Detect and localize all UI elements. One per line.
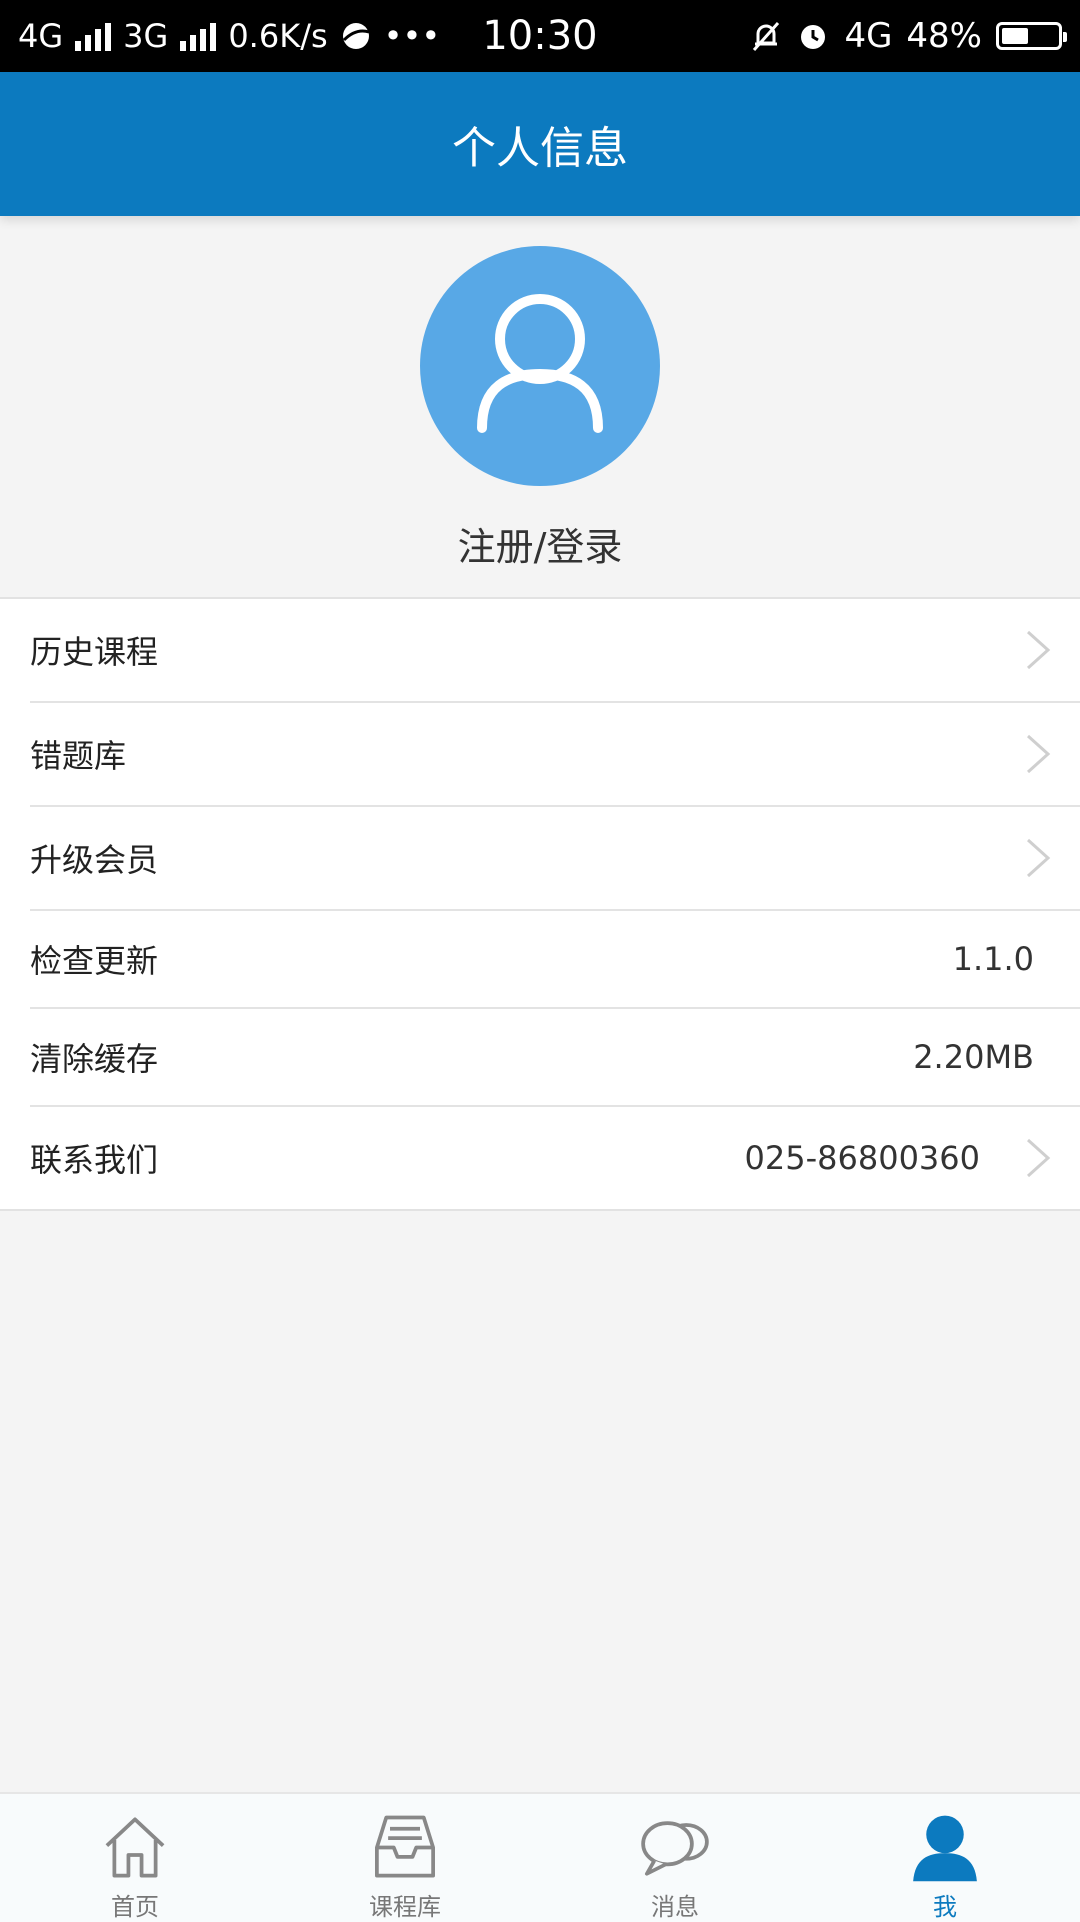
inbox-tray-icon <box>375 1815 435 1878</box>
cache-size-value: 2.20MB <box>913 1038 1034 1076</box>
menu-item-label: 错题库 <box>30 737 127 775</box>
menu-item-check-update[interactable]: 检查更新 1.1.0 <box>30 911 1080 1009</box>
person-icon <box>913 1815 977 1882</box>
alarm-icon <box>801 25 826 49</box>
tab-course-library[interactable]: 课程库 <box>270 1794 540 1922</box>
menu-item-upgrade-membership[interactable]: 升级会员 <box>30 807 1080 911</box>
status-bar: 4G 3G 0.6K/s ••• 10:30 4G 48% <box>0 0 1080 72</box>
menu-item-label: 升级会员 <box>30 841 159 879</box>
bottom-tab-bar: 首页 课程库 消息 我 <box>0 1792 1080 1922</box>
menu-item-wrong-questions[interactable]: 错题库 <box>30 703 1080 807</box>
tab-me[interactable]: 我 <box>810 1794 1080 1922</box>
settings-list: 历史课程 错题库 升级会员 检查更新 1.1.0 清除缓存 2.20MB 联系我… <box>0 597 1080 1211</box>
menu-item-label: 历史课程 <box>30 633 159 671</box>
menu-item-clear-cache[interactable]: 清除缓存 2.20MB <box>30 1009 1080 1107</box>
tab-messages[interactable]: 消息 <box>540 1794 810 1922</box>
login-register-link[interactable]: 注册/登录 <box>0 516 1080 571</box>
chat-bubbles-icon <box>641 1821 709 1876</box>
network-type-3: 4G <box>844 16 893 56</box>
status-right: 4G 48% <box>750 0 1067 72</box>
tab-label: 消息 <box>651 1893 699 1921</box>
menu-item-label: 清除缓存 <box>30 1040 159 1078</box>
version-value: 1.1.0 <box>952 940 1034 978</box>
chevron-right-icon <box>1026 734 1051 774</box>
tab-home[interactable]: 首页 <box>0 1794 270 1922</box>
menu-item-history-courses[interactable]: 历史课程 <box>30 599 1080 703</box>
tab-label: 我 <box>933 1893 957 1921</box>
chevron-right-icon <box>1026 630 1051 670</box>
menu-item-label: 检查更新 <box>30 942 159 980</box>
tab-label: 课程库 <box>369 1893 441 1921</box>
page-header: 个人信息 <box>0 72 1080 216</box>
battery-icon <box>996 22 1067 50</box>
menu-item-contact-us[interactable]: 联系我们 025-86800360 <box>30 1107 1080 1209</box>
battery-percent: 48% <box>906 16 982 56</box>
home-icon <box>105 1817 165 1878</box>
tab-label: 首页 <box>111 1893 159 1921</box>
page-title: 个人信息 <box>452 123 628 174</box>
menu-item-label: 联系我们 <box>30 1141 159 1179</box>
phone-number-value: 025-86800360 <box>744 1139 981 1177</box>
chevron-right-icon <box>1026 838 1051 878</box>
user-icon <box>477 294 603 433</box>
profile-section: 注册/登录 <box>0 216 1080 596</box>
chevron-right-icon <box>1026 1138 1051 1178</box>
mute-bell-icon <box>753 22 780 51</box>
avatar[interactable] <box>420 246 660 486</box>
